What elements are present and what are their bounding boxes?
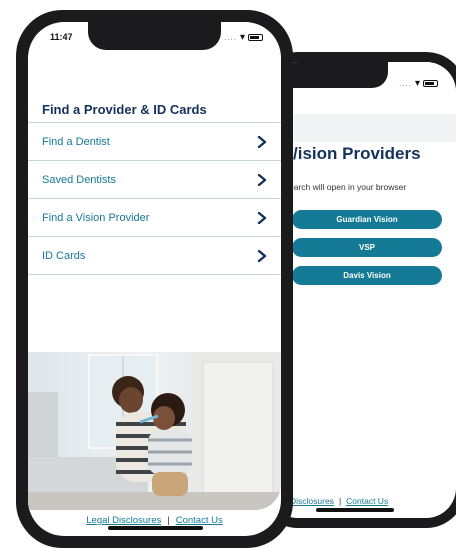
footer-separator: | <box>338 496 342 506</box>
menu-item-label: ID Cards <box>42 249 86 262</box>
browser-note: earch will open in your browser <box>289 182 407 192</box>
status-time: 11:47 <box>50 32 73 42</box>
wifi-icon: ▾ <box>239 32 245 43</box>
menu-item-id-cards[interactable]: ID Cards <box>28 237 281 275</box>
status-icons: .... ▾ <box>399 78 438 89</box>
front-footer: Legal Disclosures | Contact Us <box>28 515 281 526</box>
battery-icon <box>423 80 438 87</box>
phone-notch <box>278 62 388 88</box>
page-title: /ision Providers <box>293 144 421 163</box>
wifi-icon: ▾ <box>414 78 420 89</box>
menu-item-label: Find a Dentist <box>42 135 110 148</box>
footer-separator: | <box>167 515 170 526</box>
menu-item-label: Find a Vision Provider <box>42 211 150 224</box>
contact-us-link[interactable]: Contact Us <box>346 496 388 506</box>
status-icons: .... ▾ <box>224 32 263 43</box>
front-phone: 11:47 .... ▾ Find a Provider & ID Cards … <box>16 10 293 548</box>
menu-item-find-vision-provider[interactable]: Find a Vision Provider <box>28 199 281 237</box>
signal-dots: .... <box>399 79 412 88</box>
battery-icon <box>248 34 263 41</box>
front-phone-screen: 11:47 .... ▾ Find a Provider & ID Cards … <box>28 22 281 536</box>
page-title: Find a Provider & ID Cards <box>42 102 207 117</box>
davis-vision-button[interactable]: Davis Vision <box>292 266 442 285</box>
vsp-button[interactable]: VSP <box>292 238 442 257</box>
chevron-right-icon <box>257 173 267 186</box>
signal-dots: .... <box>224 33 237 42</box>
legal-disclosures-link[interactable]: Legal Disclosures <box>86 515 161 526</box>
family-brushing-photo <box>28 352 281 510</box>
home-indicator[interactable] <box>108 526 203 530</box>
provider-menu: Find a Dentist Saved Dentists Find a Vis… <box>28 122 281 275</box>
back-phone-screen: .... ▾ /ision Providers earch will open … <box>268 62 456 518</box>
back-footer: Disclosures | Contact Us <box>290 496 388 506</box>
status-bar: .... ▾ <box>268 62 456 114</box>
menu-item-find-dentist[interactable]: Find a Dentist <box>28 123 281 161</box>
chevron-right-icon <box>257 135 267 148</box>
contact-us-link[interactable]: Contact Us <box>176 515 223 526</box>
phone-notch <box>88 22 221 50</box>
chevron-right-icon <box>257 249 267 262</box>
legal-disclosures-link[interactable]: Disclosures <box>290 496 334 506</box>
guardian-vision-button[interactable]: Guardian Vision <box>292 210 442 229</box>
photo-illustration <box>28 352 281 510</box>
nav-bar <box>268 114 456 142</box>
home-indicator[interactable] <box>316 508 394 512</box>
menu-item-label: Saved Dentists <box>42 173 116 186</box>
menu-item-saved-dentists[interactable]: Saved Dentists <box>28 161 281 199</box>
chevron-right-icon <box>257 211 267 224</box>
